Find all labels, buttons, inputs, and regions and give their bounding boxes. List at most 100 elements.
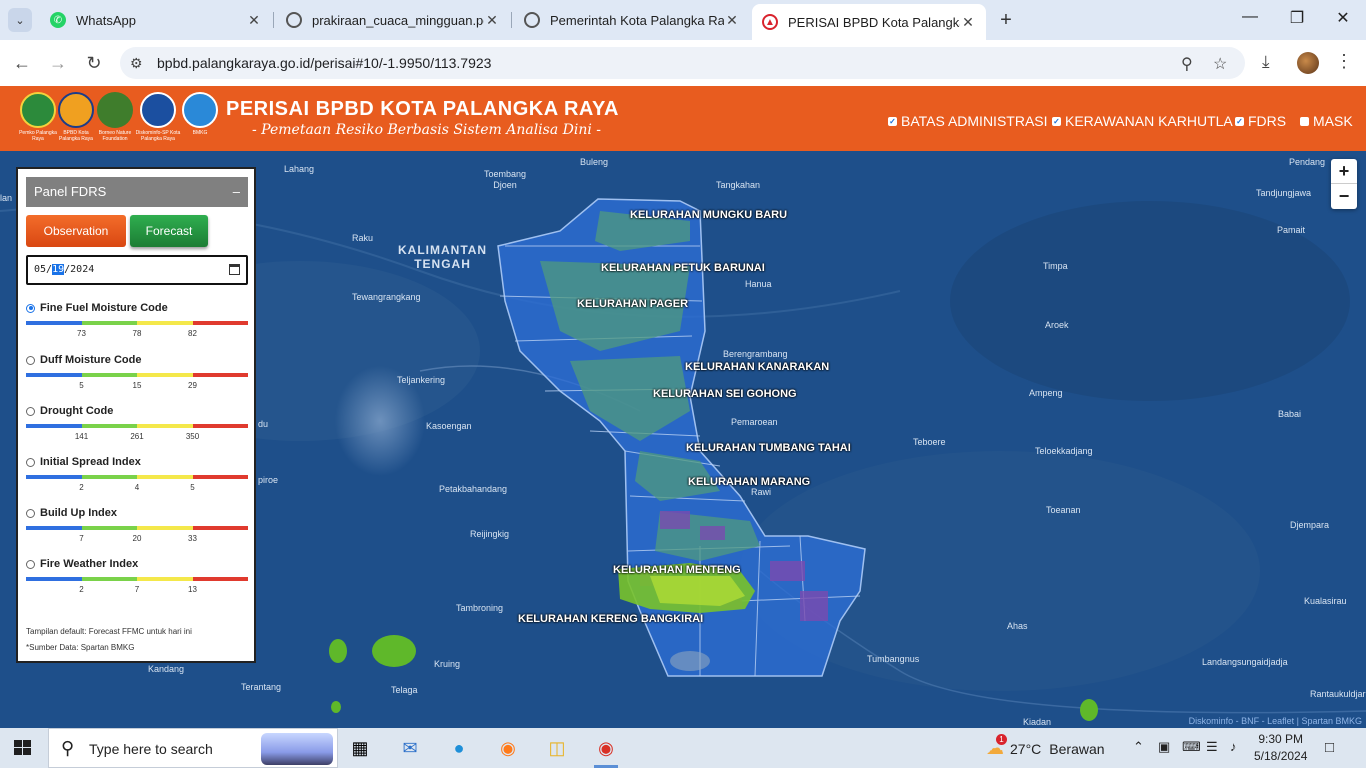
checkbox-checked-icon[interactable]: ✓ [1235, 116, 1244, 126]
place-label: Terantang [241, 682, 282, 692]
chevron-down-icon: ⌄ [15, 14, 25, 27]
date-month[interactable]: 05 [34, 264, 46, 275]
firefox-icon[interactable]: ◉ [494, 734, 522, 762]
layer-toggle-batas[interactable]: ✓ BATAS ADMINISTRASI [888, 113, 1048, 129]
tab-perisai[interactable]: ▲ PERISAI BPBD Kota Palangka Raya ✕ [752, 4, 986, 40]
taskbar-search[interactable]: ⚲ Type here to search [48, 728, 338, 768]
close-window-icon[interactable]: ✕ [1331, 8, 1355, 28]
new-tab-button[interactable]: + [996, 10, 1016, 30]
color-scale [26, 424, 248, 428]
chevron-up-icon[interactable]: ⌃ [1133, 739, 1144, 755]
date-year[interactable]: 2024 [70, 264, 94, 275]
meet-now-icon[interactable]: ▣ [1158, 739, 1170, 755]
scale-tick: 7 [134, 585, 140, 594]
reload-icon[interactable]: ↻ [83, 52, 105, 74]
input-method-icon[interactable]: ⌨ [1182, 739, 1201, 755]
color-scale [26, 526, 248, 530]
date-day[interactable]: 19 [52, 264, 65, 275]
minimize-window-icon[interactable]: — [1238, 8, 1262, 26]
place-label: Ampeng [1029, 388, 1063, 398]
kelurahan-label: KELURAHAN SEI GOHONG [653, 388, 797, 400]
calendar-icon[interactable] [229, 264, 240, 275]
color-scale [26, 321, 248, 325]
panel-minimize-button[interactable]: – [233, 177, 240, 207]
wifi-icon[interactable]: ☰ [1206, 739, 1218, 755]
file-explorer-icon[interactable]: ◫ [543, 734, 571, 762]
checkbox-checked-icon[interactable]: ✓ [1052, 116, 1061, 126]
avatar[interactable] [1297, 52, 1319, 74]
more-menu-icon[interactable]: ⋮ [1335, 51, 1353, 72]
back-arrow-icon[interactable]: ← [11, 52, 33, 74]
checkbox-checked-icon[interactable]: ✓ [888, 116, 897, 126]
edge-icon[interactable]: ● [445, 734, 473, 762]
scale-tick: 261 [130, 432, 144, 441]
scale-tick: 78 [132, 329, 142, 338]
tab-prakiraan[interactable]: prakiraan_cuaca_mingguan.pdf ✕ [276, 4, 510, 36]
site-settings-icon[interactable]: ⚙ [130, 55, 143, 72]
system-clock[interactable]: 9:30 PM 5/18/2024 [1254, 731, 1307, 765]
forward-arrow-icon[interactable]: → [47, 52, 69, 74]
index-option-bui[interactable]: Build Up Index 7 20 33 [26, 506, 248, 543]
index-name: Fine Fuel Moisture Code [40, 302, 168, 314]
map-attribution[interactable]: Diskominfo - BNF - Leaflet | Spartan BMK… [1189, 716, 1362, 726]
index-option-ffmc[interactable]: Fine Fuel Moisture Code 73 78 82 [26, 301, 248, 338]
checkbox-unchecked-icon[interactable] [1300, 116, 1309, 126]
kelurahan-label: KELURAHAN KANARAKAN [685, 361, 830, 373]
date-input[interactable]: 05/19/2024 [26, 255, 248, 285]
close-tab-icon[interactable]: ✕ [484, 12, 500, 29]
bookmark-star-icon[interactable]: ☆ [1213, 54, 1227, 74]
layer-toggle-kerawanan[interactable]: ✓ KERAWANAN KARHUTLA [1052, 113, 1233, 129]
place-label: Petakbahandang [439, 484, 508, 494]
windows-start-icon[interactable] [14, 740, 32, 756]
tab-whatsapp[interactable]: ✆ WhatsApp ✕ [40, 4, 272, 36]
tab-pemerintah[interactable]: Pemerintah Kota Palangka Raya ✕ [514, 4, 750, 36]
scale-tick: 33 [188, 534, 197, 543]
kelurahan-label: KELURAHAN PAGER [577, 298, 689, 310]
place-label: Buleng [580, 157, 609, 167]
radio-selected-icon[interactable] [26, 303, 35, 313]
weather-badge: 1 [996, 734, 1007, 745]
radio-unselected-icon[interactable] [26, 355, 35, 365]
index-option-isi[interactable]: Initial Spread Index 2 4 5 [26, 455, 248, 492]
index-name: Duff Moisture Code [40, 354, 142, 366]
panel-note-default: Tampilan default: Forecast FFMC untuk ha… [26, 627, 192, 636]
tab-title: Pemerintah Kota Palangka Raya [550, 12, 724, 28]
mail-icon[interactable]: ✉ [396, 734, 424, 762]
zoom-out-button[interactable]: − [1331, 184, 1357, 209]
close-tab-icon[interactable]: ✕ [960, 14, 976, 31]
place-label: Tewangrangkang [352, 292, 421, 302]
radio-unselected-icon[interactable] [26, 457, 35, 467]
layer-toggle-fdrs[interactable]: ✓ FDRS [1235, 113, 1286, 129]
chrome-icon[interactable]: ◉ [592, 734, 620, 768]
layer-toggle-mask[interactable]: MASK [1300, 113, 1353, 129]
forecast-button[interactable]: Forecast [130, 215, 208, 247]
tab-search-button[interactable]: ⌄ [8, 8, 32, 32]
zoom-in-button[interactable]: + [1331, 159, 1357, 184]
index-option-dc[interactable]: Drought Code 141 261 350 [26, 404, 248, 441]
panel-title: Panel FDRS [34, 184, 107, 199]
close-tab-icon[interactable]: ✕ [724, 12, 740, 29]
zoom-magnifier-icon[interactable]: ⚲ [1181, 54, 1193, 74]
observation-button[interactable]: Observation [26, 215, 126, 247]
radio-unselected-icon[interactable] [26, 559, 35, 569]
weather-widget[interactable]: ☁ 1 27°C Berawan [986, 734, 1105, 759]
radio-unselected-icon[interactable] [26, 508, 35, 518]
place-label: Rawi [751, 487, 772, 497]
index-option-dmc[interactable]: Duff Moisture Code 5 15 29 [26, 353, 248, 390]
notifications-icon[interactable]: □ [1325, 739, 1334, 756]
index-option-fwi[interactable]: Fire Weather Index 2 7 13 [26, 557, 248, 594]
url-text[interactable]: bpbd.palangkaraya.go.id/perisai#10/-1.99… [157, 55, 491, 71]
restore-window-icon[interactable]: ❐ [1285, 8, 1309, 28]
color-scale [26, 475, 248, 479]
radio-unselected-icon[interactable] [26, 406, 35, 416]
address-bar[interactable]: ⚙ bpbd.palangkaraya.go.id/perisai#10/-1.… [120, 47, 1245, 79]
place-label: Telaga [391, 685, 418, 695]
scale-tick: 13 [188, 585, 197, 594]
panel-header[interactable]: Panel FDRS – [26, 177, 248, 207]
close-tab-icon[interactable]: ✕ [246, 12, 262, 29]
scale-tick: 7 [79, 534, 84, 543]
place-label: du [258, 419, 269, 429]
download-icon[interactable]: ⤓ [1262, 52, 1270, 72]
task-view-icon[interactable]: ▦ [346, 734, 374, 762]
volume-icon[interactable]: ♪ [1230, 739, 1237, 754]
